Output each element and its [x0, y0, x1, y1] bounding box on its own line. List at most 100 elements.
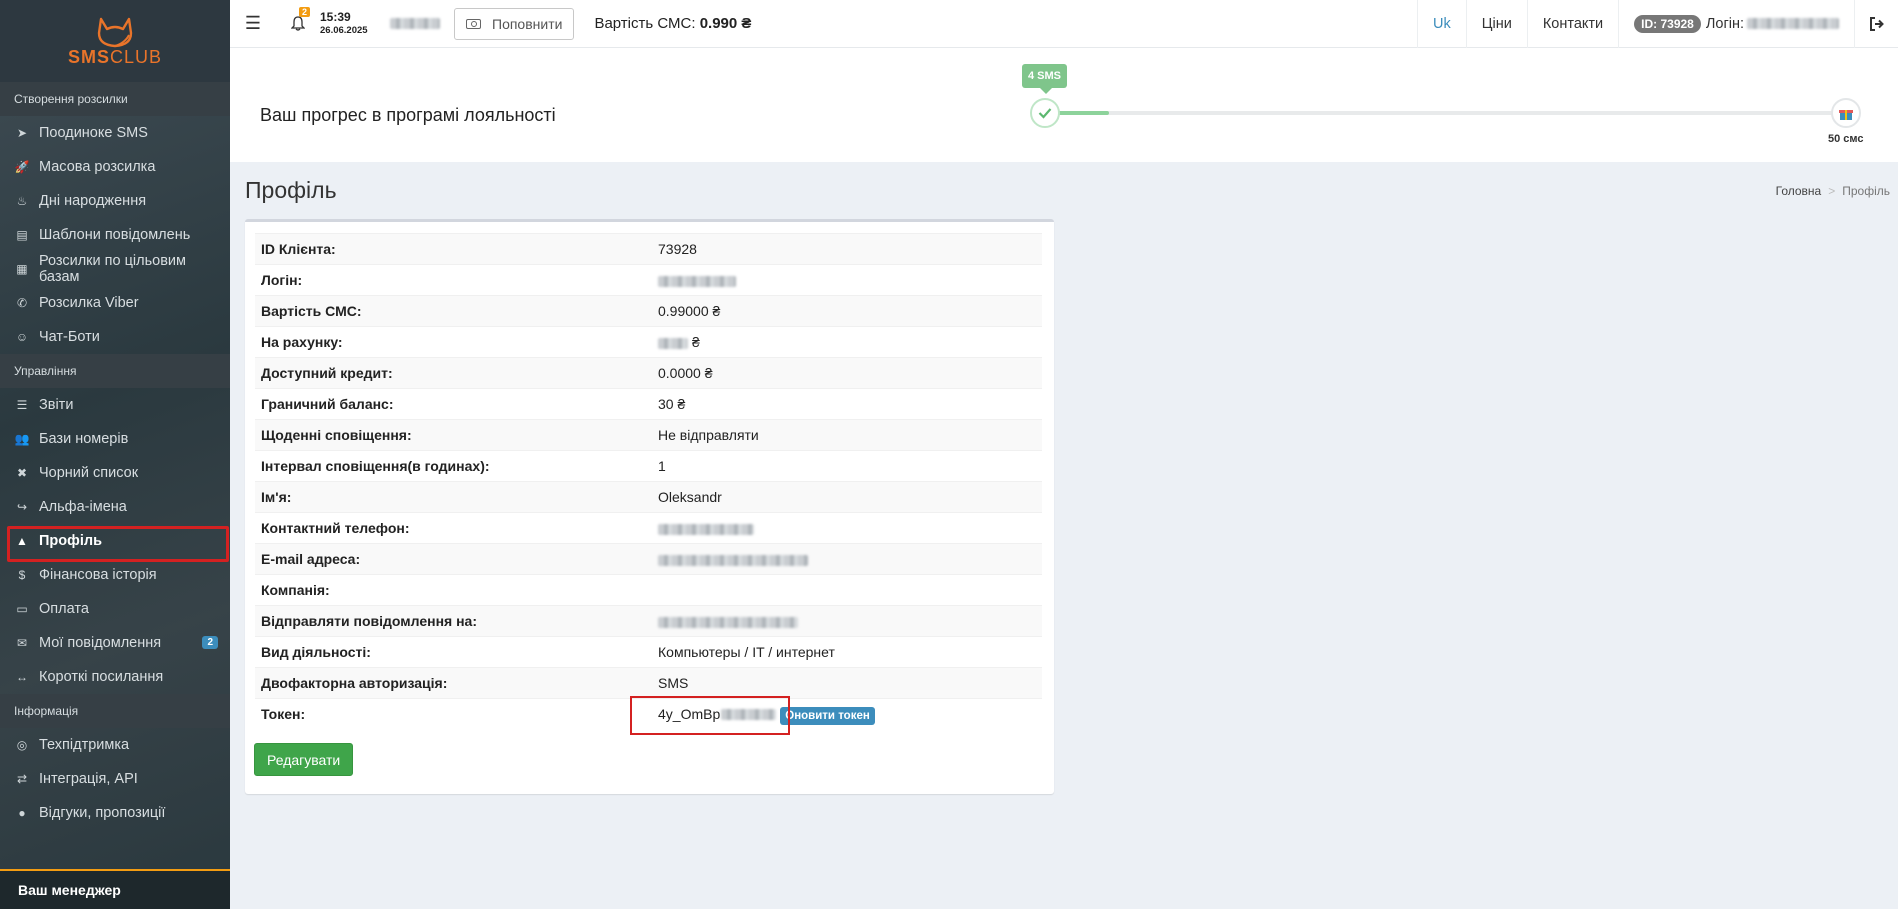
balance-redacted	[390, 18, 440, 29]
profile-row-value: 1	[658, 458, 666, 474]
profile-row: Граничний баланс: 30 ₴	[255, 388, 1042, 419]
dollar-icon: $	[18, 568, 26, 582]
sidebar-item[interactable]: ▭ Оплата	[0, 592, 230, 626]
logout-button[interactable]	[1854, 0, 1898, 48]
sidebar-item-label: Відгуки, пропозиції	[39, 805, 166, 821]
refresh-token-button[interactable]: Оновити токен	[780, 707, 875, 725]
redacted-value	[658, 523, 754, 535]
sidebar-item[interactable]: ✖ Чорний список	[0, 456, 230, 490]
profile-row: Логін:	[255, 264, 1042, 295]
profile-row-label: Двофакторна авторизація:	[261, 675, 448, 691]
lifebuoy-icon: ◎	[16, 738, 28, 752]
profile-row: Контактний телефон:	[255, 512, 1042, 543]
breadcrumb-home[interactable]: Головна	[1776, 184, 1822, 198]
users-icon: 👥	[14, 432, 30, 446]
token-redacted	[721, 708, 777, 720]
login-label: Логін:	[1705, 15, 1744, 32]
profile-row: Щоденні сповіщення: Не відправляти	[255, 419, 1042, 450]
sidebar-item[interactable]: ▦ Розсилки по цільовим базам	[0, 252, 230, 286]
sidebar-item[interactable]: ☰ Звіти	[0, 388, 230, 422]
token-text: 4y_OmBp	[658, 706, 721, 722]
account-info[interactable]: ID: 73928 Логін:	[1618, 0, 1854, 48]
viber-icon: ✆	[16, 296, 28, 310]
profile-table: ID Клієнта: 73928 Логін: Вартість СМС: 0.990…	[255, 233, 1042, 735]
topup-label: Поповнити	[492, 15, 563, 32]
profile-row-value: 30 ₴	[658, 396, 686, 412]
sidebar-item[interactable]: ♨ Дні народження	[0, 184, 230, 218]
sidebar-item[interactable]: ➤ Поодиноке SMS	[0, 116, 230, 150]
paper-plane-icon: ➤	[16, 126, 28, 140]
language-dropdown[interactable]: Uk	[1417, 0, 1466, 48]
profile-row: Доступний кредит: 0.0000 ₴	[255, 357, 1042, 388]
sidebar-item[interactable]: ✉ Мої повідомлення 2	[0, 626, 230, 660]
sidebar-item[interactable]: ◎ Техпідтримка	[0, 728, 230, 762]
sidebar-item[interactable]: 🚀 Масова розсилка	[0, 150, 230, 184]
profile-row: Відправляти повідомлення на:	[255, 605, 1042, 636]
profile-row-label: На рахунку:	[261, 334, 343, 350]
sidebar-item[interactable]: ⇄ Інтеграція, API	[0, 762, 230, 796]
logo[interactable]: SMSCLUB	[0, 0, 230, 82]
profile-row-value	[658, 551, 1042, 567]
sidebar-item[interactable]: ☺ Чат-Боти	[0, 320, 230, 354]
login-redacted	[1747, 18, 1839, 29]
sidebar-item-label: Мої повідомлення	[39, 635, 162, 651]
profile-box: ID Клієнта: 73928 Логін: Вартість СМС: 0.990…	[245, 219, 1054, 794]
comment-icon: ●	[18, 806, 26, 820]
sidebar-item-label: Профіль	[39, 533, 102, 549]
sidebar-section-header: Управління	[0, 354, 230, 388]
sidebar-item[interactable]: ↔ Короткі посилання	[0, 660, 230, 694]
sidebar-item[interactable]: ▤ Шаблони повідомлень	[0, 218, 230, 252]
sidebar: SMSCLUB Створення розсилки ➤ Поодиноке SMS…	[0, 0, 230, 909]
top-right-nav: Uk Ціни Контакти ID: 73928 Логін:	[1417, 0, 1898, 48]
redacted-value	[658, 275, 736, 287]
sidebar-item[interactable]: ▲ Профіль	[0, 524, 230, 562]
sidebar-item[interactable]: ✆ Розсилка Viber	[0, 286, 230, 320]
share-icon: ↪	[16, 500, 28, 514]
contacts-link[interactable]: Контакти	[1526, 0, 1618, 48]
sidebar-item-label: Альфа-імена	[39, 499, 127, 515]
sidebar-item-label: Поодиноке SMS	[39, 125, 148, 141]
sidebar-item[interactable]: $ Фінансова історія	[0, 558, 230, 592]
profile-row-label: Контактний телефон:	[261, 520, 410, 536]
profile-row-label: Доступний кредит:	[261, 365, 393, 381]
topup-button[interactable]: Поповнити	[454, 7, 575, 40]
profile-row-label: Компанія:	[261, 582, 330, 598]
sidebar-section-header: Створення розсилки	[0, 82, 230, 116]
profile-row-label: Відправляти повідомлення на:	[261, 613, 478, 629]
sidebar-item[interactable]: ↪ Альфа-імена	[0, 490, 230, 524]
bell-icon	[291, 16, 305, 31]
clock-date: 26.06.2025	[320, 24, 368, 36]
notifications-button[interactable]: 2	[276, 0, 320, 48]
user-icon: ▲	[16, 534, 28, 548]
file-icon: ▤	[16, 228, 28, 242]
language-label: Uk	[1433, 15, 1451, 32]
prices-link[interactable]: Ціни	[1465, 0, 1527, 48]
fox-logo-icon	[97, 17, 133, 47]
menu-toggle-icon[interactable]: ☰	[230, 0, 276, 48]
exchange-icon: ⇄	[16, 772, 28, 786]
value-suffix: ₴	[692, 334, 700, 350]
profile-row-label: Логін:	[261, 272, 303, 288]
sidebar-item[interactable]: ● Відгуки, пропозиції	[0, 796, 230, 830]
profile-row: Компанія:	[255, 574, 1042, 605]
manager-panel[interactable]: Ваш менеджер	[0, 869, 230, 909]
profile-row-value: 0.99000 ₴	[658, 303, 721, 319]
sidebar-menu: Створення розсилки ➤ Поодиноке SMS 🚀 Масова …	[0, 82, 230, 830]
list-icon: ☰	[16, 398, 28, 412]
edit-button[interactable]: Редагувати	[254, 743, 354, 776]
envelope-icon: ✉	[16, 636, 28, 650]
messages-badge: 2	[202, 636, 218, 649]
top-navbar: ☰ 2 15:39 26.06.2025 Поповнити Вартість …	[230, 0, 1898, 48]
sidebar-item[interactable]: 👥 Бази номерів	[0, 422, 230, 456]
profile-row-value	[658, 613, 1042, 629]
breadcrumb-current: Профіль	[1842, 184, 1890, 198]
loyalty-target-label: 50 смс	[1828, 133, 1864, 145]
profile-row-value: Компьютеры / IT / интернет	[658, 644, 835, 660]
sidebar-item-label: Розсилка Viber	[39, 295, 139, 311]
sms-cost: Вартість СМС: 0.990 ₴	[594, 15, 751, 32]
redacted-value	[658, 337, 688, 349]
sidebar-item-label: Звіти	[39, 397, 74, 413]
profile-row-label: ID Клієнта:	[261, 241, 336, 257]
profile-row-label: Вартість СМС:	[261, 303, 362, 319]
sms-cost-value: 0.990 ₴	[699, 15, 752, 32]
